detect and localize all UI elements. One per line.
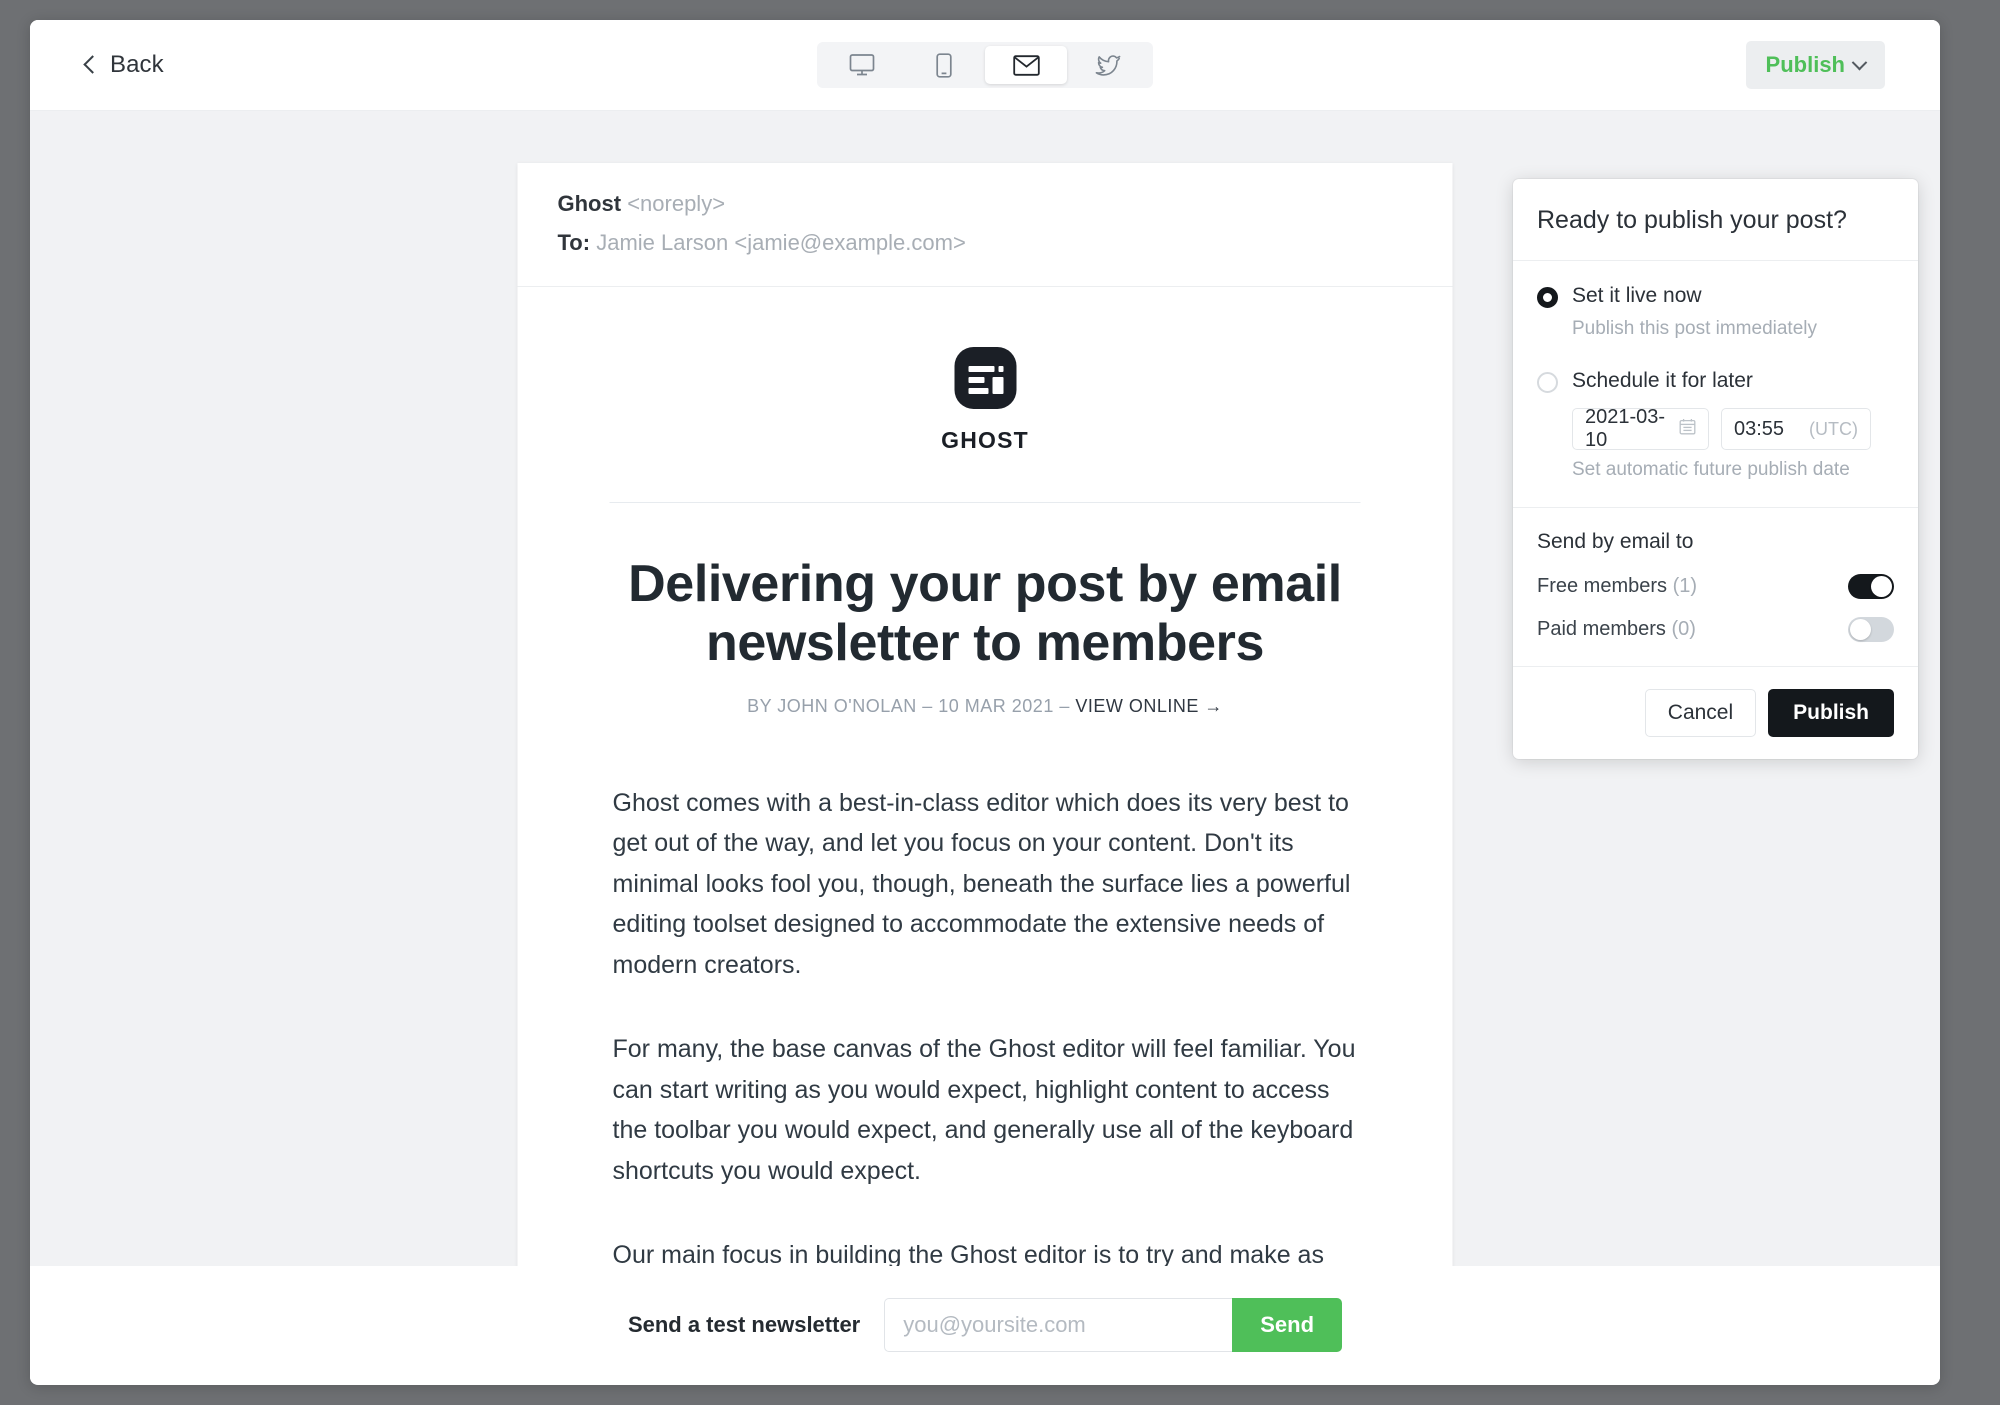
back-button[interactable]: Back: [83, 51, 164, 79]
email-to-label: To:: [557, 230, 591, 255]
email-from-row: Ghost <noreply>: [558, 191, 1413, 217]
view-online-link[interactable]: VIEW ONLINE →: [1075, 696, 1223, 716]
preview-tab-desktop[interactable]: [821, 46, 903, 84]
post-paragraph: Ghost comes with a best-in-class editor …: [612, 788, 1351, 979]
schedule-timezone: (UTC): [1809, 418, 1858, 439]
member-name: Paid members: [1537, 617, 1666, 640]
preview-tab-email[interactable]: [985, 46, 1067, 84]
preview-canvas: Ghost <noreply> To: Jamie Larson <jamie@…: [30, 111, 1940, 1266]
schedule-fields: 2021-03-10 03:55 (UTC): [1572, 406, 1871, 452]
publish-panel-actions: Cancel Publish: [1513, 667, 1918, 759]
radio-schedule-later[interactable]: [1537, 371, 1558, 393]
send-test-button[interactable]: Send: [1232, 1298, 1343, 1352]
publish-panel-heading: Ready to publish your post?: [1513, 179, 1918, 261]
member-row-paid: Paid members (0): [1537, 616, 1894, 642]
member-row-free: Free members (1): [1537, 573, 1894, 599]
top-toolbar: Back Publish: [30, 20, 1940, 111]
member-label-paid: Paid members (0): [1537, 618, 1696, 641]
radio-set-live-now[interactable]: [1537, 287, 1558, 308]
email-to-value: Jamie Larson <jamie@example.com>: [596, 230, 966, 255]
calendar-icon: [1679, 418, 1696, 440]
chevron-left-icon: [83, 55, 102, 74]
email-header: Ghost <noreply> To: Jamie Larson <jamie@…: [517, 163, 1453, 287]
publish-option-now[interactable]: Set it live now Publish this post immedi…: [1537, 283, 1894, 342]
schedule-date-input[interactable]: 2021-03-10: [1572, 406, 1709, 452]
header-divider: [609, 502, 1361, 503]
email-preview-card: Ghost <noreply> To: Jamie Larson <jamie@…: [517, 163, 1453, 1266]
brand-block: GHOST: [518, 347, 1453, 502]
publish-dropdown-panel: Ready to publish your post? Set it live …: [1513, 179, 1918, 759]
preview-tab-mobile[interactable]: [903, 46, 985, 84]
ghost-logo-icon: [954, 347, 1016, 409]
brand-name: GHOST: [941, 427, 1029, 453]
send-by-email-section: Send by email to Free members (1) Paid m…: [1513, 508, 1918, 667]
option-subtitle: Publish this post immediately: [1572, 318, 1817, 340]
option-title: Set it live now: [1572, 284, 1702, 307]
member-name: Free members: [1537, 574, 1668, 597]
option-title: Schedule it for later: [1572, 368, 1753, 392]
publish-dropdown-button[interactable]: Publish: [1745, 41, 1885, 89]
email-body: GHOST Delivering your post by email news…: [518, 287, 1453, 1266]
option-subtitle: Set automatic future publish date: [1572, 459, 1850, 481]
cancel-button[interactable]: Cancel: [1644, 688, 1757, 737]
toggle-paid-members[interactable]: [1848, 616, 1894, 642]
publish-button-label: Publish: [1765, 52, 1845, 77]
twitter-icon: [1095, 54, 1121, 76]
test-newsletter-group: Send: [884, 1298, 1343, 1352]
post-body: Ghost comes with a best-in-class editor …: [613, 783, 1358, 1266]
email-from-address: <noreply>: [627, 191, 726, 216]
preview-tab-twitter[interactable]: [1067, 46, 1149, 84]
schedule-time-value: 03:55: [1734, 417, 1785, 440]
mobile-icon: [936, 52, 952, 78]
test-email-input[interactable]: [884, 1298, 1233, 1352]
app-window: Back Publish Ghost <noreply> To: Jamie L…: [30, 20, 1940, 1385]
toggle-free-members[interactable]: [1848, 573, 1894, 599]
chevron-down-icon: [1851, 54, 1868, 70]
schedule-time-input[interactable]: 03:55 (UTC): [1721, 408, 1871, 451]
publish-options-section: Set it live now Publish this post immedi…: [1513, 261, 1918, 508]
byline-meta: BY JOHN O'NOLAN – 10 MAR 2021 –: [747, 695, 1076, 716]
back-button-label: Back: [110, 51, 164, 78]
post-paragraph: Our main focus in building the Ghost edi…: [612, 1241, 1324, 1266]
email-from-name: Ghost: [557, 191, 622, 216]
send-by-email-title: Send by email to: [1537, 529, 1694, 553]
envelope-icon: [1012, 54, 1040, 76]
preview-switcher: [817, 42, 1153, 88]
confirm-publish-button[interactable]: Publish: [1768, 688, 1894, 737]
post-title: Delivering your post by email newsletter…: [628, 555, 1342, 673]
desktop-icon: [849, 53, 875, 77]
post-byline: BY JOHN O'NOLAN – 10 MAR 2021 – VIEW ONL…: [518, 696, 1453, 717]
schedule-date-value: 2021-03-10: [1585, 406, 1666, 452]
test-newsletter-label: Send a test newsletter: [627, 1312, 861, 1337]
member-count: (0): [1671, 617, 1696, 640]
member-count: (1): [1672, 574, 1698, 597]
test-newsletter-bar: Send a test newsletter Send: [30, 1266, 1940, 1384]
publish-option-schedule[interactable]: Schedule it for later 2021-03-10 03:55 (…: [1537, 368, 1894, 483]
email-to-row: To: Jamie Larson <jamie@example.com>: [558, 230, 1413, 256]
member-label-free: Free members (1): [1537, 575, 1697, 598]
post-paragraph: For many, the base canvas of the Ghost e…: [612, 1035, 1356, 1185]
